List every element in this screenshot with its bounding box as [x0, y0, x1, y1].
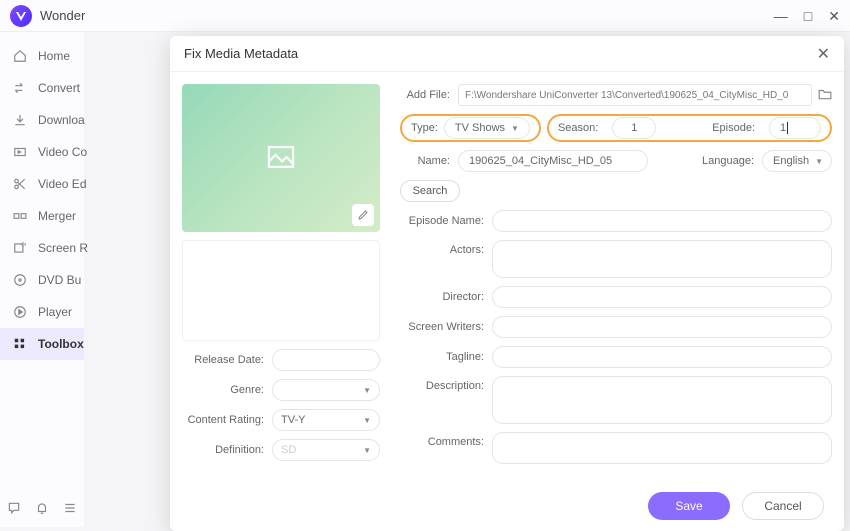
image-placeholder-icon: [267, 146, 295, 171]
comments-label: Comments:: [400, 432, 492, 448]
screen-writers-label: Screen Writers:: [400, 321, 492, 333]
description-input[interactable]: [492, 376, 832, 424]
disc-icon: [12, 272, 28, 288]
browse-folder-button[interactable]: [818, 88, 832, 103]
chevron-down-icon: ▼: [815, 157, 823, 166]
chevron-down-icon: ▼: [363, 416, 371, 425]
sidebar-item-video-editor[interactable]: Video Ed: [0, 168, 84, 200]
edit-artwork-button[interactable]: [352, 204, 374, 226]
name-label: Name:: [400, 155, 458, 167]
type-label: Type:: [411, 122, 444, 134]
type-select[interactable]: TV Shows▼: [444, 117, 530, 139]
modal-close-button[interactable]: ✕: [817, 44, 830, 64]
season-episode-highlight: Season: 1 Episode: 1: [547, 114, 832, 142]
secondary-panel: [182, 240, 380, 341]
comments-input[interactable]: [492, 432, 832, 464]
add-file-label: Add File:: [400, 89, 458, 101]
save-button[interactable]: Save: [648, 492, 730, 520]
play-icon: [12, 304, 28, 320]
director-label: Director:: [400, 291, 492, 303]
genre-select[interactable]: ▼: [272, 379, 380, 401]
screen-writers-input[interactable]: [492, 316, 832, 338]
tagline-input[interactable]: [492, 346, 832, 368]
sidebar-item-dvd-burner[interactable]: DVD Bu: [0, 264, 84, 296]
release-date-input[interactable]: [272, 349, 380, 371]
season-input[interactable]: 1: [612, 117, 656, 139]
definition-select[interactable]: SD▼: [272, 439, 380, 461]
toolbox-icon: [12, 336, 28, 352]
convert-icon: [12, 80, 28, 96]
sidebar: Home Convert Downloa Video Co Video Ed M…: [0, 32, 84, 527]
minimize-button[interactable]: —: [774, 9, 788, 23]
definition-label: Definition:: [182, 444, 272, 456]
bottom-bar: [0, 491, 84, 527]
season-label: Season:: [558, 122, 606, 134]
chevron-down-icon: ▼: [363, 386, 371, 395]
sidebar-item-downloader[interactable]: Downloa: [0, 104, 84, 136]
actors-input[interactable]: [492, 240, 832, 278]
search-button[interactable]: Search: [400, 180, 460, 202]
genre-label: Genre:: [182, 384, 272, 396]
episode-name-input[interactable]: [492, 210, 832, 232]
content-rating-select[interactable]: TV-Y▼: [272, 409, 380, 431]
chevron-down-icon: ▼: [511, 124, 519, 133]
titlebar: Wonder — □ ✕: [0, 0, 850, 32]
episode-label: Episode:: [712, 122, 763, 134]
sidebar-item-merger[interactable]: Merger: [0, 200, 84, 232]
compress-icon: [12, 144, 28, 160]
maximize-button[interactable]: □: [804, 9, 812, 23]
content-area: NEW tor data etadata CD. Fix Media Metad…: [84, 32, 850, 527]
episode-name-label: Episode Name:: [400, 215, 492, 227]
sidebar-item-home[interactable]: Home: [0, 40, 84, 72]
add-file-path[interactable]: F:\Wondershare UniConverter 13\Converted…: [458, 84, 812, 106]
notifications-icon[interactable]: [35, 501, 49, 518]
record-icon: [12, 240, 28, 256]
description-label: Description:: [400, 376, 492, 392]
sidebar-item-toolbox[interactable]: Toolbox: [0, 328, 84, 360]
director-input[interactable]: [492, 286, 832, 308]
sidebar-item-player[interactable]: Player: [0, 296, 84, 328]
sidebar-item-converter[interactable]: Convert: [0, 72, 84, 104]
home-icon: [12, 48, 28, 64]
app-logo: [10, 5, 32, 27]
release-date-label: Release Date:: [182, 354, 272, 366]
chevron-down-icon: ▼: [363, 446, 371, 455]
window-close-button[interactable]: ✕: [828, 9, 840, 23]
sidebar-item-screen-recorder[interactable]: Screen R: [0, 232, 84, 264]
tagline-label: Tagline:: [400, 351, 492, 363]
feedback-icon[interactable]: [7, 501, 21, 518]
app-title: Wonder: [40, 8, 85, 23]
cancel-button[interactable]: Cancel: [742, 492, 824, 520]
modal-title: Fix Media Metadata: [184, 46, 298, 61]
settings-icon[interactable]: [63, 501, 77, 518]
download-icon: [12, 112, 28, 128]
scissors-icon: [12, 176, 28, 192]
merger-icon: [12, 208, 28, 224]
actors-label: Actors:: [400, 240, 492, 256]
name-input[interactable]: 190625_04_CityMisc_HD_05: [458, 150, 648, 172]
language-select[interactable]: English▼: [762, 150, 832, 172]
content-rating-label: Content Rating:: [182, 414, 272, 426]
type-highlight: Type: TV Shows▼: [400, 114, 541, 142]
sidebar-item-video-compressor[interactable]: Video Co: [0, 136, 84, 168]
episode-input[interactable]: 1: [769, 117, 821, 139]
fix-metadata-modal: Fix Media Metadata ✕ Release Date: Genre…: [170, 36, 844, 531]
language-label: Language:: [702, 155, 762, 167]
artwork-thumbnail: [182, 84, 380, 232]
